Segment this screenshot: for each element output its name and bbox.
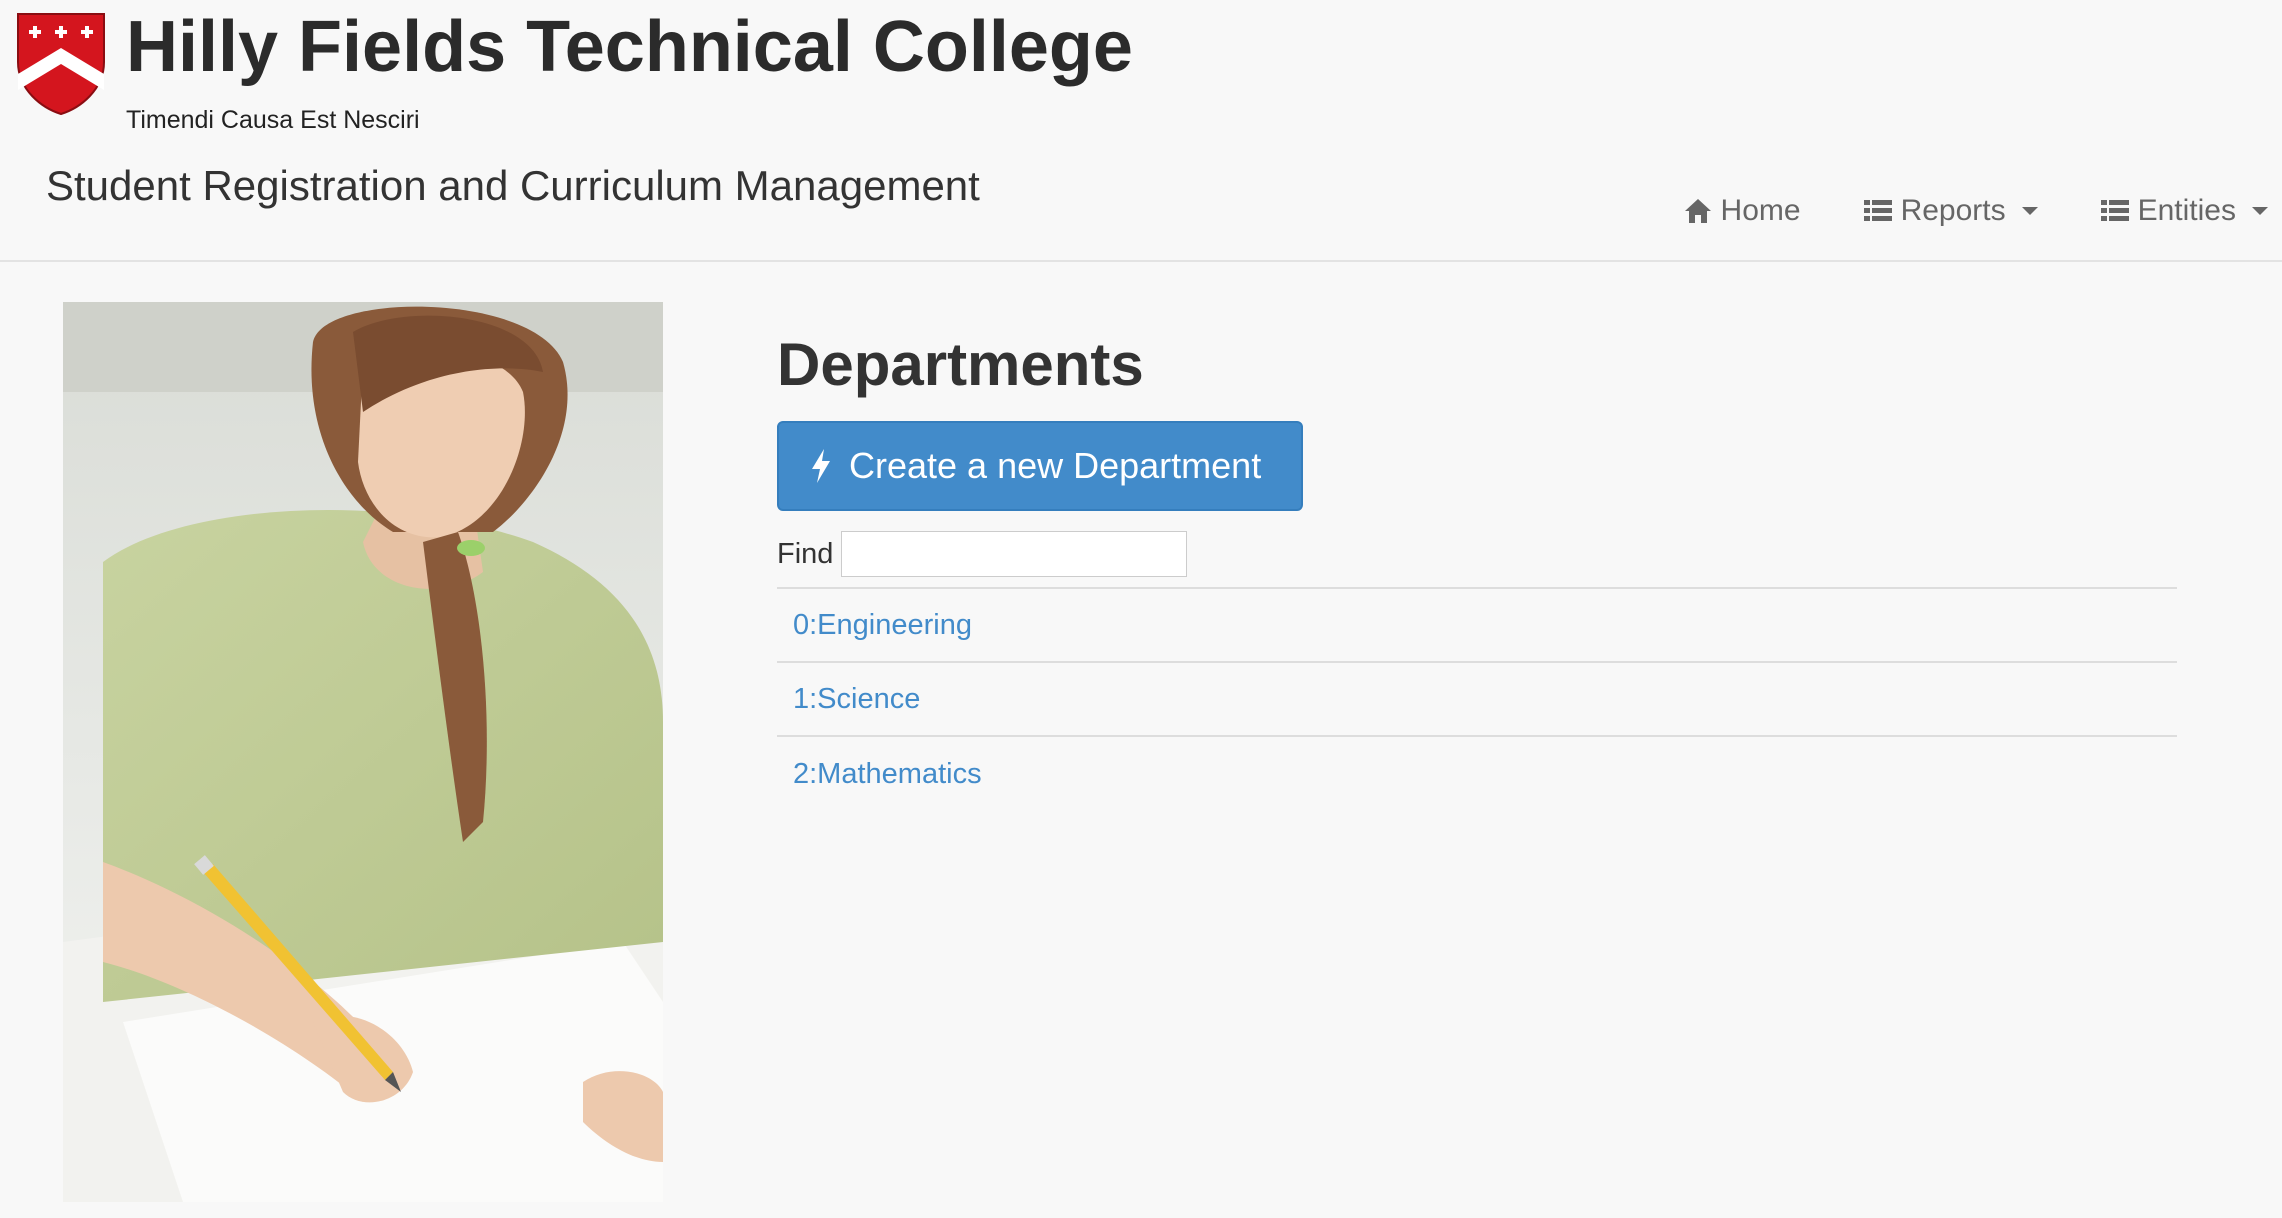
nav-item-home[interactable]: Home [1683, 194, 1801, 228]
department-link-science[interactable]: 1:Science [793, 683, 920, 716]
list-icon [2100, 197, 2130, 225]
system-title: Student Registration and Curriculum Mana… [46, 162, 980, 209]
list-icon [1863, 197, 1893, 225]
bolt-icon [812, 449, 830, 483]
nav-item-reports[interactable]: Reports [1863, 194, 2038, 228]
site-header: Hilly Fields Technical College Timendi C… [0, 0, 2282, 262]
main-nav: Home Reports Entities [1683, 186, 2282, 236]
caret-down-icon [2252, 207, 2268, 215]
find-input[interactable] [841, 531, 1188, 577]
nav-item-label: Home [1720, 194, 1801, 227]
department-list: 0:Engineering 1:Science 2:Mathematics [777, 587, 2177, 811]
create-department-button[interactable]: Create a new Department [777, 421, 1303, 511]
department-link-engineering[interactable]: 0:Engineering [793, 609, 972, 642]
nav-item-entities[interactable]: Entities [2100, 194, 2268, 228]
list-item: 2:Mathematics [777, 737, 2177, 811]
list-item: 0:Engineering [777, 589, 2177, 663]
student-photo [63, 302, 663, 1202]
home-icon [1683, 197, 1713, 225]
nav-item-label: Reports [1900, 194, 2006, 227]
student-writing-image [63, 302, 663, 1202]
create-button-label: Create a new Department [849, 445, 1262, 486]
page-title: Departments [777, 331, 1144, 398]
main-content: Departments Create a new Department Find… [777, 330, 2177, 811]
college-name: Hilly Fields Technical College [126, 7, 1133, 87]
find-row: Find [777, 531, 2177, 577]
caret-down-icon [2021, 207, 2038, 215]
college-motto: Timendi Causa Est Nesciri [126, 106, 420, 134]
shield-crest-icon [17, 13, 105, 116]
nav-item-label: Entities [2137, 194, 2236, 227]
department-link-mathematics[interactable]: 2:Mathematics [793, 758, 982, 791]
list-item: 1:Science [777, 663, 2177, 737]
find-label: Find [777, 537, 834, 570]
